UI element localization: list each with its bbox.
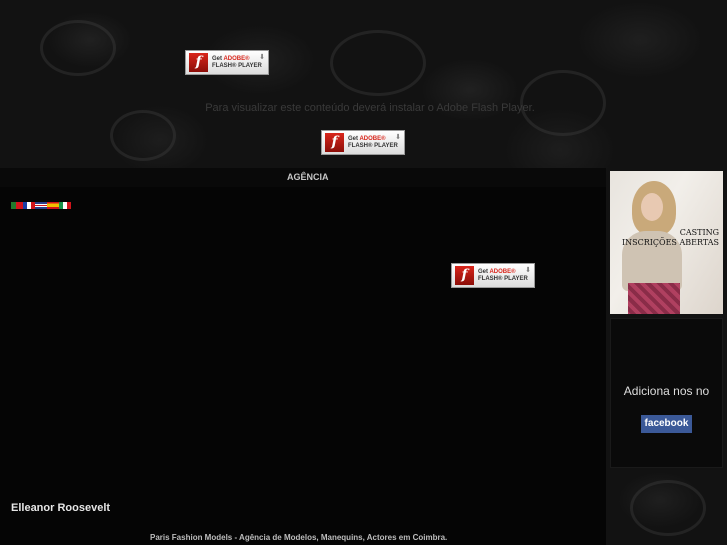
model-face: [641, 193, 663, 221]
model-skirt: [628, 283, 680, 314]
language-flags: [11, 202, 71, 209]
flash-badge-label: Get ADOBE® FLASH® PLAYER: [478, 268, 528, 282]
casting-title: CASTING INSCRIÇÕES ABERTAS: [621, 228, 719, 247]
casting-banner[interactable]: CASTING INSCRIÇÕES ABERTAS: [610, 171, 723, 314]
background-swirl: [110, 110, 176, 161]
background-swirl: [40, 20, 116, 76]
download-arrow-icon: ⬇: [525, 267, 531, 274]
flash-warning-text: Para visualizar este conteúdo deverá ins…: [205, 102, 535, 114]
main-content-panel: [0, 168, 606, 545]
get-flash-player-button[interactable]: f Get ADOBE® FLASH® PLAYER ⬇: [185, 50, 269, 75]
background-swirl: [630, 480, 706, 536]
flash-badge-label: Get ADOBE® FLASH® PLAYER: [348, 135, 398, 149]
quote-author: Elleanor Roosevelt: [11, 502, 111, 514]
download-arrow-icon: ⬇: [395, 134, 401, 141]
flash-logo-icon: f: [325, 133, 344, 152]
facebook-widget-text: Adiciona nos no: [623, 384, 710, 398]
footer-text: Paris Fashion Models - Agência de Modelo…: [150, 533, 448, 542]
flash-logo-icon: f: [455, 266, 474, 285]
uk-flag-icon[interactable]: [35, 202, 47, 209]
spain-flag-icon[interactable]: [47, 202, 59, 209]
download-arrow-icon: ⬇: [259, 54, 265, 61]
italy-flag-icon[interactable]: [59, 202, 71, 209]
portugal-flag-icon[interactable]: [11, 202, 23, 209]
flash-badge-label: Get ADOBE® FLASH® PLAYER: [212, 55, 262, 69]
france-flag-icon[interactable]: [23, 202, 35, 209]
get-flash-player-button[interactable]: f Get ADOBE® FLASH® PLAYER ⬇: [321, 130, 405, 155]
nav-item-agencia[interactable]: AGÊNCIA: [287, 172, 329, 182]
facebook-button[interactable]: facebook: [641, 415, 692, 433]
flash-logo-icon: f: [189, 53, 208, 72]
background-swirl: [330, 30, 426, 96]
get-flash-player-button[interactable]: f Get ADOBE® FLASH® PLAYER ⬇: [451, 263, 535, 288]
